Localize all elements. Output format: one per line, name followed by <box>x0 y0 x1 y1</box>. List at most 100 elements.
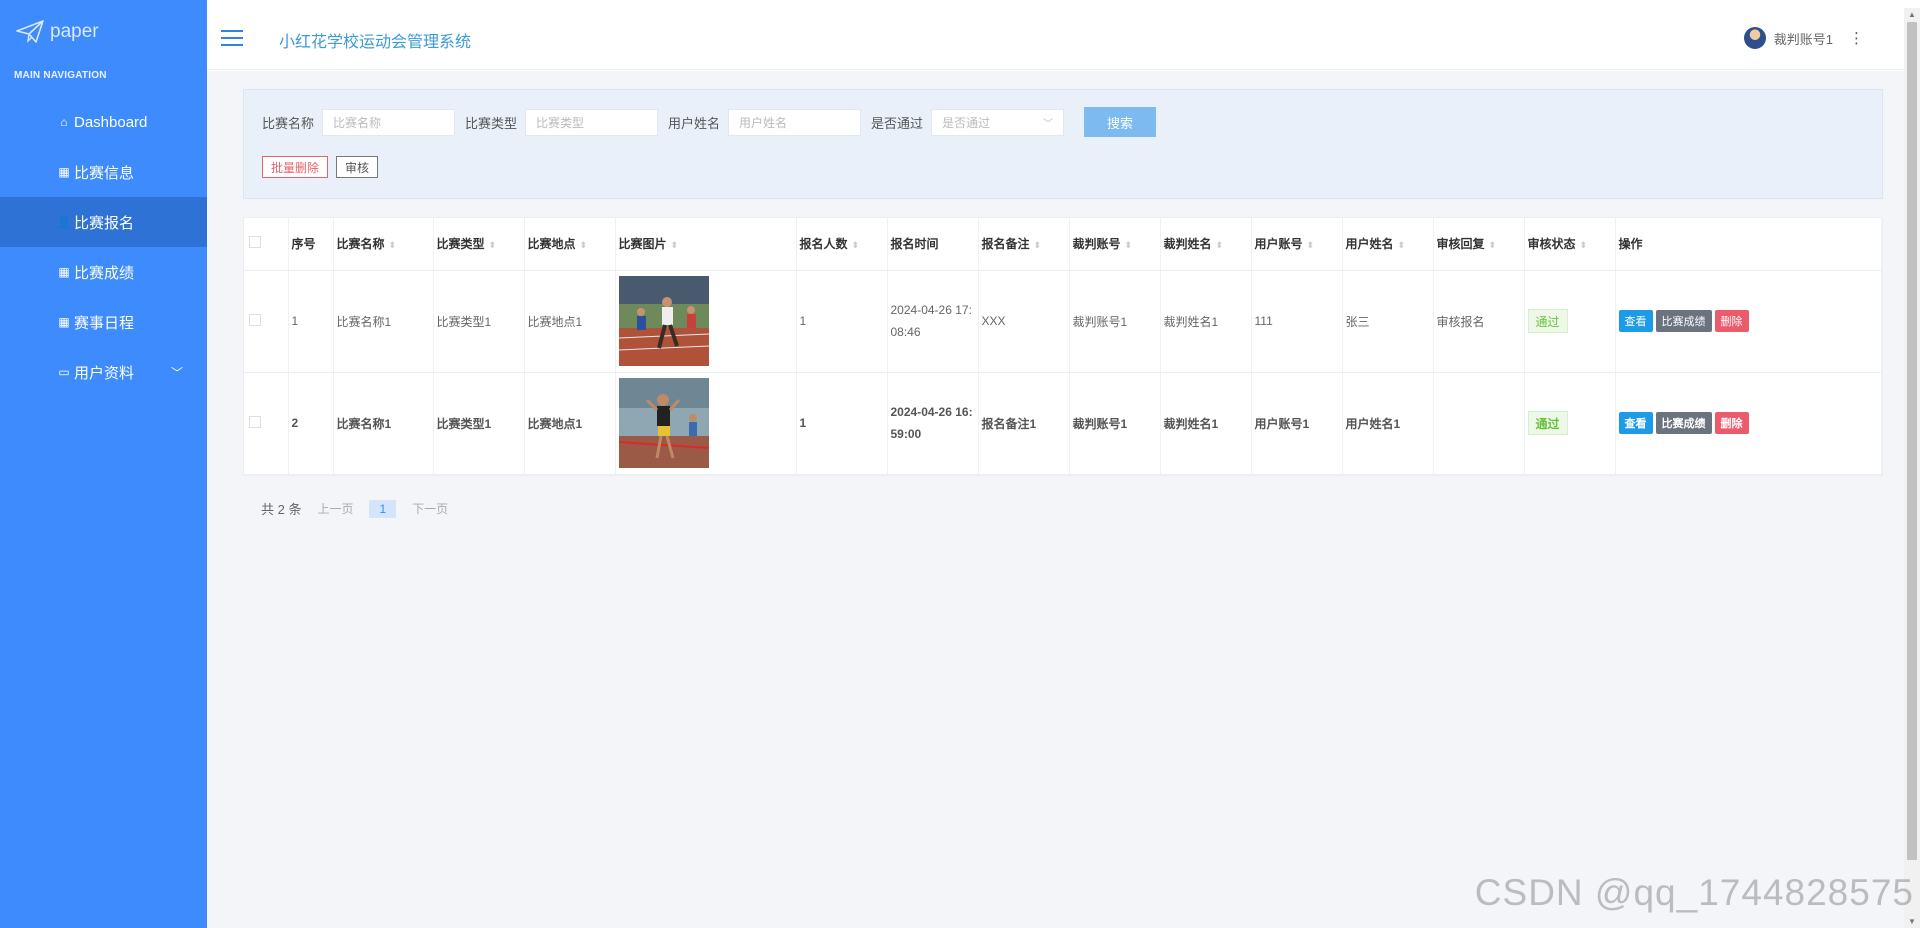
column-header[interactable]: 审核状态 ⬍ <box>1524 218 1616 271</box>
match-photo[interactable] <box>618 276 709 366</box>
sidebar-item-label: Dashboard <box>74 113 148 131</box>
prev-page-button[interactable]: 上一页 <box>317 500 353 517</box>
column-header[interactable]: 比赛类型 ⬍ <box>433 218 525 271</box>
column-header-label: 比赛类型 <box>436 237 485 252</box>
table-row: 2 比赛名称1 比赛类型1 比赛地点1 1 2024-04-26 16:59:0… <box>244 372 1882 475</box>
sidebar-item-scores[interactable]: ▦ 比赛成绩 <box>0 247 207 297</box>
page-number-current[interactable]: 1 <box>369 499 397 518</box>
cell-note: 报名备注1 <box>978 372 1070 475</box>
sort-icon[interactable]: ⬍ <box>1307 240 1315 250</box>
review-button[interactable]: 审核 <box>336 156 379 178</box>
column-header[interactable]: 用户姓名 ⬍ <box>1342 218 1434 271</box>
column-header[interactable]: 裁判账号 ⬍ <box>1069 218 1161 271</box>
sort-icon[interactable]: ⬍ <box>389 240 397 250</box>
passed-label: 是否通过 <box>871 115 924 131</box>
scroll-up-arrow-icon[interactable]: ▲ <box>1908 10 1916 19</box>
sidebar-item-dashboard[interactable]: ⌂ Dashboard <box>0 97 207 147</box>
logo-text: paper <box>50 21 99 42</box>
checkbox[interactable] <box>249 236 261 249</box>
vertical-scrollbar[interactable]: ▲ ▼ <box>1904 8 1920 928</box>
column-header: 序号 <box>288 218 334 271</box>
view-button[interactable]: 查看 <box>1618 412 1653 434</box>
user-menu[interactable]: 裁判账号1 ⋮ <box>1743 27 1864 49</box>
search-button[interactable]: 搜索 <box>1084 107 1157 137</box>
page-title: 小红花学校运动会管理系统 <box>279 34 472 51</box>
sidebar-item-user-profile[interactable]: ▭ 用户资料 ﹀ <box>0 347 207 397</box>
cell-match-type: 比赛类型1 <box>433 372 525 475</box>
cell-picture <box>615 270 797 373</box>
select-all-checkbox-cell[interactable] <box>244 218 289 271</box>
row-actions: 查看 比赛成绩 删除 <box>1618 412 1882 434</box>
column-header[interactable]: 报名备注 ⬍ <box>978 218 1070 271</box>
cell-index: 2 <box>288 372 334 475</box>
sidebar-item-label: 赛事日程 <box>74 314 135 332</box>
cell-count: 1 <box>796 270 888 373</box>
score-button[interactable]: 比赛成绩 <box>1655 412 1712 434</box>
cell-time: 2024-04-26 16:59:00 <box>887 372 979 475</box>
column-header-label: 序号 <box>291 237 316 252</box>
row-actions: 查看 比赛成绩 删除 <box>1618 310 1882 332</box>
row-checkbox-cell[interactable] <box>244 372 289 475</box>
column-header[interactable]: 报名人数 ⬍ <box>796 218 888 271</box>
sort-icon[interactable]: ⬍ <box>1216 240 1224 250</box>
pagination: 共 2 条 上一页 1 下一页 <box>261 499 448 518</box>
delete-button[interactable]: 删除 <box>1714 310 1749 332</box>
column-header[interactable]: 比赛图片 ⬍ <box>615 218 797 271</box>
row-checkbox-cell[interactable] <box>244 270 289 373</box>
sort-icon[interactable]: ⬍ <box>671 240 679 250</box>
column-header[interactable]: 裁判姓名 ⬍ <box>1160 218 1252 271</box>
sort-icon[interactable]: ⬍ <box>1398 240 1406 250</box>
passed-select-placeholder: 是否通过 <box>942 115 991 130</box>
column-header-label: 比赛地点 <box>527 237 576 252</box>
menu-toggle-icon[interactable] <box>221 30 243 46</box>
sidebar-nav: ⌂ Dashboard ▦ 比赛信息 👤 比赛报名 ▦ 比赛成绩 ▦ 赛事日程 … <box>0 97 239 397</box>
column-header-label: 裁判姓名 <box>1163 237 1212 252</box>
sort-icon[interactable]: ⬍ <box>852 240 860 250</box>
column-header-label: 比赛图片 <box>618 237 667 252</box>
cell-picture <box>615 372 797 475</box>
sidebar-item-schedule[interactable]: ▦ 赛事日程 <box>0 297 207 347</box>
batch-actions: 批量删除 审核 <box>262 156 379 178</box>
match-name-label: 比赛名称 <box>262 115 315 131</box>
sidebar: paper MAIN NAVIGATION ⌂ Dashboard ▦ 比赛信息… <box>0 0 239 928</box>
next-page-button[interactable]: 下一页 <box>412 500 448 517</box>
match-name-input[interactable]: 比赛名称 <box>322 108 456 136</box>
column-header[interactable]: 审核回复 ⬍ <box>1433 218 1525 271</box>
passed-select[interactable]: 是否通过 ﹀ <box>931 108 1065 136</box>
column-header[interactable]: 比赛名称 ⬍ <box>333 218 434 271</box>
column-header-label: 报名时间 <box>890 237 939 252</box>
card-icon: ▭ <box>58 365 70 379</box>
column-header-label: 用户账号 <box>1254 237 1303 252</box>
sort-icon[interactable]: ⬍ <box>1489 240 1497 250</box>
delete-button[interactable]: 删除 <box>1714 412 1749 434</box>
column-header[interactable]: 比赛地点 ⬍ <box>524 218 616 271</box>
sidebar-item-registration[interactable]: 👤 比赛报名 <box>0 197 239 247</box>
score-button[interactable]: 比赛成绩 <box>1655 310 1712 332</box>
column-header-label: 比赛名称 <box>336 237 385 252</box>
paper-plane-icon <box>16 20 44 43</box>
user-name-input[interactable]: 用户姓名 <box>728 108 862 136</box>
checkbox[interactable] <box>249 313 261 326</box>
cell-judge-name: 裁判姓名1 <box>1160 270 1252 373</box>
match-type-input[interactable]: 比赛类型 <box>525 108 659 136</box>
sort-icon[interactable]: ⬍ <box>1580 240 1588 250</box>
more-vertical-icon[interactable]: ⋮ <box>1849 29 1864 47</box>
search-row: 比赛名称 比赛名称 比赛类型 比赛类型 用户姓名 用户姓名 是否通过 是否通过 … <box>262 107 1157 137</box>
sidebar-item-match-info[interactable]: ▦ 比赛信息 <box>0 147 207 197</box>
scrollbar-thumb[interactable] <box>1907 22 1917 860</box>
view-button[interactable]: 查看 <box>1618 310 1653 332</box>
cell-status: 通过 <box>1524 372 1616 475</box>
top-bar: 小红花学校运动会管理系统 裁判账号1 ⋮ <box>207 8 1904 70</box>
sort-icon[interactable]: ⬍ <box>1034 240 1042 250</box>
checkbox[interactable] <box>249 415 261 428</box>
main-content: 比赛名称 比赛名称 比赛类型 比赛类型 用户姓名 用户姓名 是否通过 是否通过 … <box>207 71 1904 928</box>
sort-icon[interactable]: ⬍ <box>1125 240 1133 250</box>
sort-icon[interactable]: ⬍ <box>489 240 497 250</box>
batch-delete-button[interactable]: 批量删除 <box>262 156 329 178</box>
column-header[interactable]: 用户账号 ⬍ <box>1251 218 1343 271</box>
scroll-down-arrow-icon[interactable]: ▼ <box>1908 917 1916 926</box>
avatar <box>1743 27 1766 49</box>
match-photo[interactable] <box>618 378 709 468</box>
cell-reply: 审核报名 <box>1433 270 1525 373</box>
sort-icon[interactable]: ⬍ <box>580 240 588 250</box>
